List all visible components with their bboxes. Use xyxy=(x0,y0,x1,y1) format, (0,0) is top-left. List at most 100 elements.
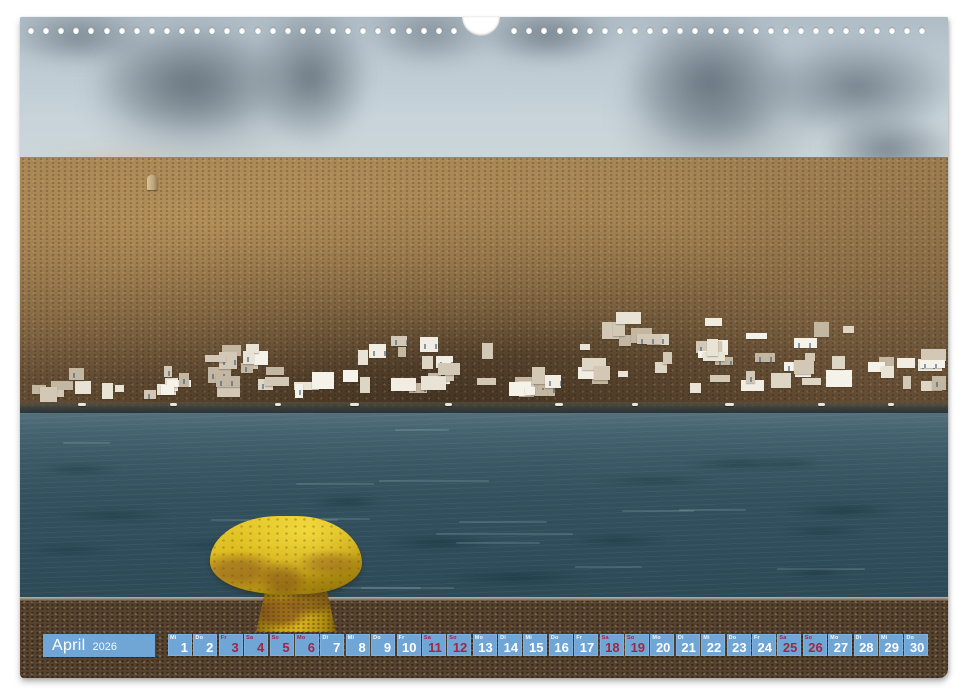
house xyxy=(421,376,446,390)
day-number: 16 xyxy=(554,640,568,655)
house xyxy=(391,378,416,391)
quay-edge xyxy=(20,597,948,601)
binding-hole xyxy=(557,27,563,34)
day-number: 7 xyxy=(333,640,340,655)
day-number: 24 xyxy=(758,640,772,655)
boat xyxy=(78,403,86,406)
house xyxy=(205,355,226,362)
house xyxy=(164,366,172,377)
wave-shadow xyxy=(442,571,590,584)
day-cell: So5 xyxy=(270,634,294,656)
house xyxy=(69,368,85,380)
binding-hole xyxy=(255,27,261,34)
house xyxy=(903,376,912,389)
weekday-label: Sa xyxy=(246,635,253,641)
binding-hole xyxy=(134,27,140,34)
weekday-label: So xyxy=(272,635,279,641)
house xyxy=(216,376,240,387)
house xyxy=(920,360,946,369)
day-cell: Do23 xyxy=(727,634,751,656)
wave-shadow xyxy=(780,527,865,535)
day-cell: Di21 xyxy=(676,634,700,656)
weekday-label: Do xyxy=(373,635,381,641)
binding-hole xyxy=(572,27,578,34)
binding-hole xyxy=(617,27,623,34)
day-cell: Sa 4 xyxy=(244,634,268,656)
day-cell: Mo20 xyxy=(650,634,674,656)
day-cell: Sa11 xyxy=(422,634,446,656)
calendar-sheet: April 2026 Mi1Do2Fr3Sa4So5Mo6Di7Mi8Do9Fr… xyxy=(20,17,948,678)
house xyxy=(637,334,661,344)
house xyxy=(755,353,775,362)
day-cell: Mo13 xyxy=(473,634,497,656)
day-cell: Sa25 xyxy=(777,634,801,656)
house xyxy=(243,351,254,365)
day-number: 2 xyxy=(206,640,213,655)
house xyxy=(802,378,821,385)
binding-hole xyxy=(270,27,276,34)
day-number: 17 xyxy=(580,640,594,655)
weekday-label: Mi xyxy=(170,635,177,641)
day-cell: Mo6 xyxy=(295,634,319,656)
day-cell: So12 xyxy=(447,634,471,656)
binding-hole xyxy=(723,27,729,34)
day-number: 1 xyxy=(181,640,188,655)
weekday-label: Di xyxy=(322,635,328,641)
house xyxy=(161,385,174,396)
house xyxy=(826,370,852,387)
day-number: 27 xyxy=(834,640,848,655)
house xyxy=(619,335,631,346)
month-label: April xyxy=(52,637,86,655)
binding-hole xyxy=(602,27,608,34)
house xyxy=(266,367,284,375)
day-number: 18 xyxy=(605,640,619,655)
house xyxy=(295,384,303,398)
house xyxy=(75,381,91,393)
weekday-label: Mo xyxy=(297,635,305,641)
day-number: 8 xyxy=(359,640,366,655)
wave-highlight xyxy=(459,521,548,523)
day-cell: Mi8 xyxy=(346,634,370,656)
house xyxy=(580,344,590,351)
binding-hole xyxy=(285,27,291,34)
house xyxy=(794,360,814,374)
house xyxy=(241,363,253,373)
house xyxy=(618,371,628,377)
house xyxy=(690,383,701,393)
house xyxy=(832,356,845,369)
day-number: 26 xyxy=(808,640,822,655)
boat xyxy=(632,403,638,406)
house xyxy=(482,343,494,359)
day-number: 3 xyxy=(232,640,239,655)
binding-hole xyxy=(859,27,865,34)
binding-hole xyxy=(164,27,170,34)
binding-hole xyxy=(738,27,744,34)
day-number: 4 xyxy=(257,640,264,655)
wave-shadow xyxy=(764,460,825,466)
house xyxy=(881,366,895,378)
binding-hole xyxy=(330,27,336,34)
day-number: 21 xyxy=(681,640,695,655)
day-number: 25 xyxy=(783,640,797,655)
binding-hole xyxy=(874,27,880,34)
day-number: 28 xyxy=(859,640,873,655)
wave-highlight xyxy=(679,509,746,511)
binding-hole xyxy=(753,27,759,34)
boat xyxy=(725,403,734,406)
house xyxy=(360,377,371,393)
boat xyxy=(170,403,177,406)
day-number: 10 xyxy=(402,640,416,655)
house xyxy=(420,337,438,352)
house xyxy=(398,347,406,357)
day-number: 20 xyxy=(656,640,670,655)
house xyxy=(616,312,641,324)
binding-hole xyxy=(179,27,185,34)
year-label: 2026 xyxy=(93,638,117,653)
wave-highlight xyxy=(395,429,449,431)
binding-hole xyxy=(632,27,638,34)
day-cell: Do9 xyxy=(371,634,395,656)
house xyxy=(40,387,57,402)
boat xyxy=(818,403,825,406)
binding-hole xyxy=(768,27,774,34)
day-number: 23 xyxy=(732,640,746,655)
